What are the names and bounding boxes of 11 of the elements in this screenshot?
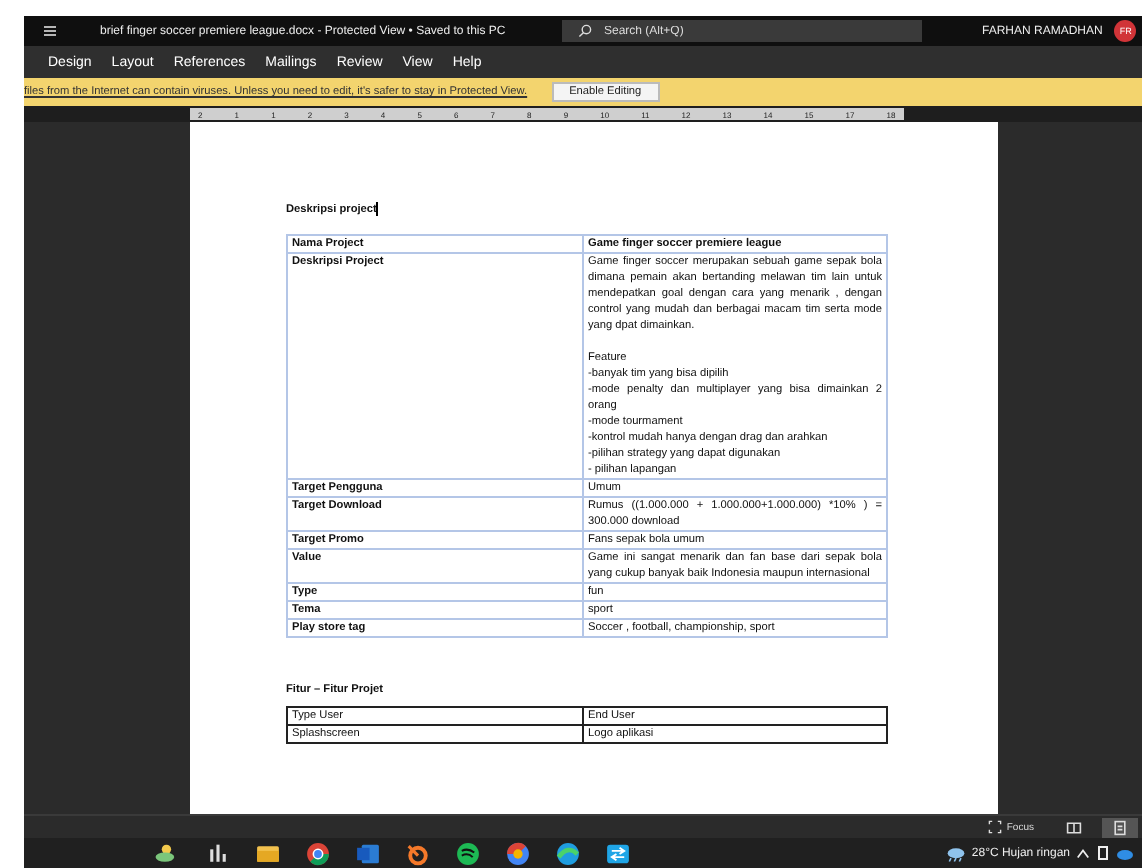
battery-icon[interactable] (1098, 846, 1108, 860)
print-layout-button[interactable] (1102, 817, 1138, 837)
menu-icon[interactable] (40, 26, 60, 36)
focus-icon (988, 820, 1003, 834)
rain-cloud-icon (945, 845, 966, 861)
cloud-icon[interactable] (1116, 847, 1134, 859)
chevron-up-icon[interactable] (1076, 847, 1090, 859)
search-icon (578, 24, 592, 38)
text-cursor (376, 202, 378, 217)
page-icon (1112, 819, 1128, 835)
book-icon (1066, 819, 1082, 835)
